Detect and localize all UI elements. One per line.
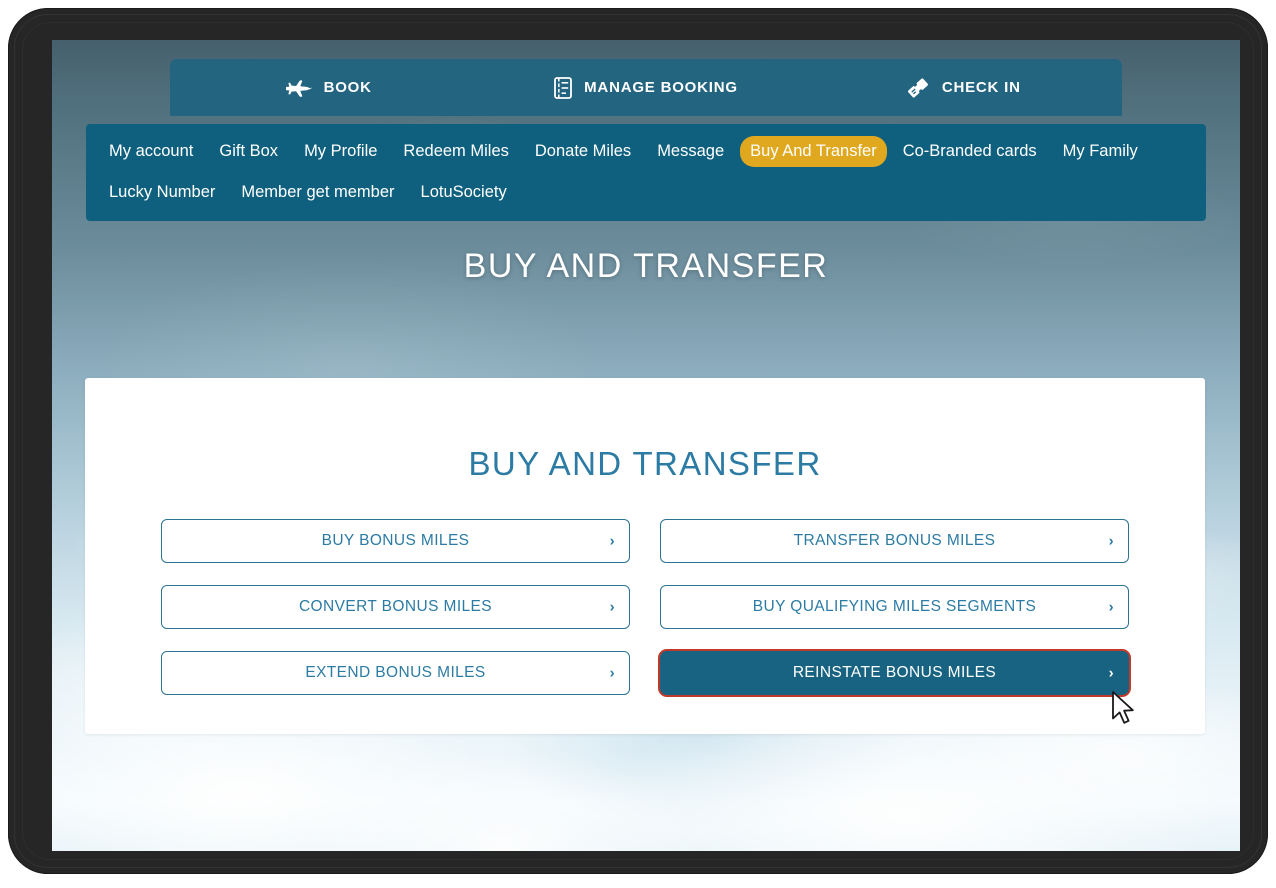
subnav-item-co-branded-cards[interactable]: Co-Branded cards bbox=[893, 136, 1047, 167]
chevron-right-icon: › bbox=[1108, 664, 1114, 682]
option-label-buy-qualifying-miles-segments: BUY QUALIFYING MILES SEGMENTS bbox=[752, 598, 1037, 615]
topbar-label-manage-booking: MANAGE BOOKING bbox=[584, 79, 738, 96]
card-title: BUY AND TRANSFER bbox=[468, 445, 822, 482]
option-button-extend-bonus-miles[interactable]: EXTEND BONUS MILES › bbox=[161, 651, 630, 695]
subnav-item-my-family[interactable]: My Family bbox=[1053, 136, 1148, 167]
chevron-right-icon: › bbox=[1108, 532, 1114, 550]
subnav-item-my-profile[interactable]: My Profile bbox=[294, 136, 387, 167]
chevron-right-icon: › bbox=[609, 598, 615, 616]
chevron-right-icon: › bbox=[609, 664, 615, 682]
topbar-label-book: BOOK bbox=[323, 79, 372, 96]
topbar-label-check-in: CHECK IN bbox=[941, 79, 1021, 96]
option-button-reinstate-bonus-miles[interactable]: REINSTATE BONUS MILES › bbox=[658, 649, 1131, 697]
subnav-item-lotusociety[interactable]: LotuSociety bbox=[411, 177, 517, 208]
tablet-device-frame: BOOK MANAGE BOOKING CHECK IN My account … bbox=[8, 8, 1268, 874]
account-subnav: My account Gift Box My Profile Redeem Mi… bbox=[86, 124, 1206, 222]
subnav-item-lucky-number[interactable]: Lucky Number bbox=[99, 177, 225, 208]
chevron-right-icon: › bbox=[1108, 598, 1114, 616]
topbar-item-manage-booking[interactable]: MANAGE BOOKING bbox=[487, 59, 804, 116]
subnav-item-member-get-member[interactable]: Member get member bbox=[231, 177, 404, 208]
option-button-grid: BUY BONUS MILES › TRANSFER BONUS MILES ›… bbox=[161, 519, 1131, 697]
boarding-pass-icon bbox=[906, 77, 930, 99]
topbar-item-check-in[interactable]: CHECK IN bbox=[805, 59, 1122, 116]
booklet-icon bbox=[554, 76, 573, 99]
option-button-buy-qualifying-miles-segments[interactable]: BUY QUALIFYING MILES SEGMENTS › bbox=[660, 585, 1129, 629]
primary-booking-bar: BOOK MANAGE BOOKING CHECK IN bbox=[170, 59, 1122, 116]
subnav-item-my-account[interactable]: My account bbox=[99, 136, 203, 167]
option-button-buy-bonus-miles[interactable]: BUY BONUS MILES › bbox=[161, 519, 630, 563]
option-label-transfer-bonus-miles: TRANSFER BONUS MILES bbox=[793, 532, 996, 549]
subnav-item-donate-miles[interactable]: Donate Miles bbox=[525, 136, 641, 167]
page-title: BUY AND TRANSFER bbox=[463, 247, 829, 285]
subnav-item-buy-and-transfer[interactable]: Buy And Transfer bbox=[740, 136, 887, 167]
subnav-item-gift-box[interactable]: Gift Box bbox=[209, 136, 288, 167]
subnav-item-redeem-miles[interactable]: Redeem Miles bbox=[393, 136, 518, 167]
topbar-item-book[interactable]: BOOK bbox=[170, 59, 487, 116]
option-label-extend-bonus-miles: EXTEND BONUS MILES bbox=[305, 664, 486, 681]
option-label-buy-bonus-miles: BUY BONUS MILES bbox=[321, 532, 470, 549]
chevron-right-icon: › bbox=[609, 532, 615, 550]
screen-viewport: BOOK MANAGE BOOKING CHECK IN My account … bbox=[52, 40, 1240, 851]
option-button-transfer-bonus-miles[interactable]: TRANSFER BONUS MILES › bbox=[660, 519, 1129, 563]
airplane-icon bbox=[285, 78, 312, 98]
option-button-convert-bonus-miles[interactable]: CONVERT BONUS MILES › bbox=[161, 585, 630, 629]
option-label-convert-bonus-miles: CONVERT BONUS MILES bbox=[298, 598, 493, 615]
option-label-reinstate-bonus-miles: REINSTATE BONUS MILES bbox=[792, 664, 997, 681]
buy-and-transfer-card: BUY AND TRANSFER BUY BONUS MILES › TRANS… bbox=[85, 378, 1205, 734]
subnav-item-message[interactable]: Message bbox=[647, 136, 734, 167]
